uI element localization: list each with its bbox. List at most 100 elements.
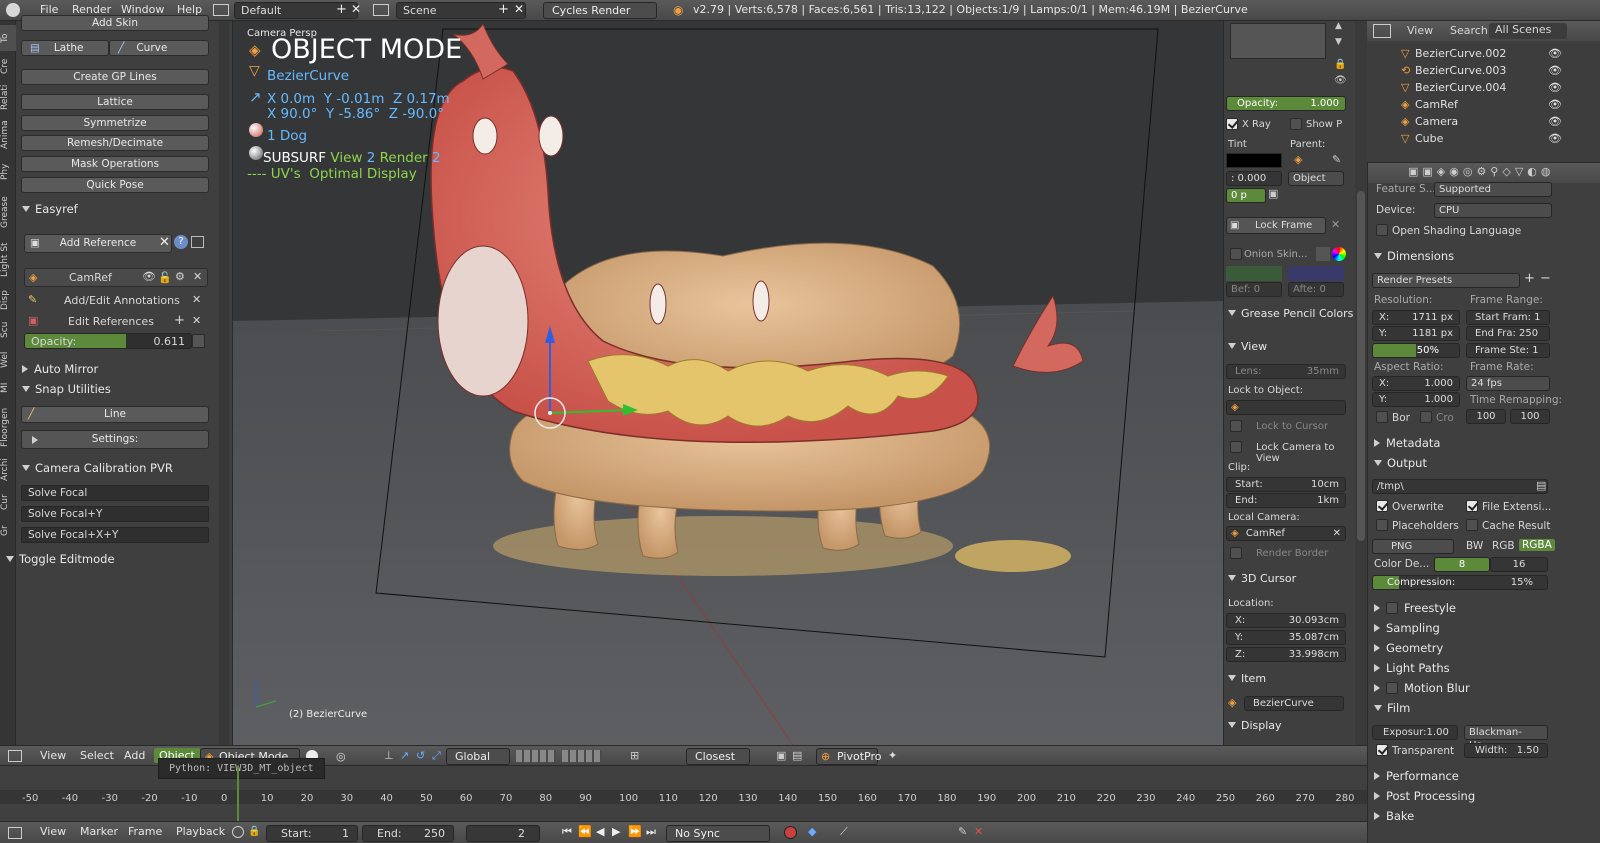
transform-orientation-select[interactable]: Global bbox=[446, 748, 510, 765]
cursor-z-field[interactable]: Z: 33.998cm bbox=[1226, 647, 1346, 662]
outliner-row[interactable]: ▽ BezierCurve.004 👁 bbox=[1367, 80, 1589, 96]
motion-blur-header[interactable]: Motion Blur bbox=[1374, 681, 1470, 695]
show-points-checkbox[interactable] bbox=[1290, 118, 1302, 130]
easyref-panel-header[interactable]: Easyref bbox=[22, 202, 78, 216]
start-frame-field[interactable]: Start: 1 bbox=[266, 825, 358, 842]
outliner-row[interactable]: ▽ Cube 👁 bbox=[1367, 131, 1589, 147]
timeline-view-menu[interactable]: View bbox=[40, 825, 66, 838]
cursor-y-field[interactable]: Y: 35.087cm bbox=[1226, 630, 1346, 645]
add-skin-button[interactable]: Add Skin bbox=[21, 15, 209, 31]
tab-light-studio[interactable]: Light St bbox=[0, 237, 16, 283]
mask-operations-button[interactable]: Mask Operations bbox=[21, 156, 209, 172]
playback-menu[interactable]: Playback bbox=[176, 825, 225, 838]
tab-animation[interactable]: Anima bbox=[0, 117, 16, 153]
line-button[interactable]: ╱ Line bbox=[21, 406, 209, 423]
tab-relations[interactable]: Relati bbox=[0, 81, 16, 113]
tab-mi[interactable]: MI bbox=[0, 377, 16, 399]
display-header[interactable]: Display bbox=[1228, 719, 1282, 731]
tab-archi[interactable]: Archi bbox=[0, 455, 16, 485]
remap-new-field[interactable]: 100 bbox=[1510, 409, 1550, 424]
snap-icon[interactable]: ⊞ bbox=[630, 749, 639, 762]
outliner-row[interactable]: ◈ CamRef 👁 bbox=[1367, 97, 1589, 113]
outliner-search-menu[interactable]: Search bbox=[1450, 24, 1488, 37]
view-menu[interactable]: View bbox=[40, 749, 66, 762]
add-icon[interactable]: + bbox=[174, 313, 185, 328]
remove-screen-icon[interactable]: ✕ bbox=[351, 2, 361, 16]
cursor-x-field[interactable]: X: 30.093cm bbox=[1226, 613, 1346, 628]
depth-8-option[interactable]: 8 bbox=[1434, 557, 1490, 572]
image-settings-icon[interactable] bbox=[191, 236, 204, 248]
bw-option[interactable]: BW bbox=[1466, 540, 1483, 552]
remove-icon[interactable]: ✕ bbox=[193, 270, 202, 283]
tab-grease[interactable]: Grease bbox=[0, 191, 16, 233]
lock-range-icon[interactable]: 🔒 bbox=[248, 826, 260, 837]
clip-end-field[interactable]: End: 1km bbox=[1226, 493, 1346, 508]
lathe-button[interactable]: ▤ Lathe bbox=[21, 40, 109, 56]
camera-calibration-header[interactable]: Camera Calibration PVR bbox=[22, 461, 173, 475]
opengl-icon[interactable]: ▤ bbox=[792, 749, 802, 762]
remesh-decimate-button[interactable]: Remesh/Decimate bbox=[21, 135, 209, 151]
light-paths-header[interactable]: Light Paths bbox=[1374, 661, 1450, 675]
keying-set-icon[interactable]: ◆ bbox=[808, 825, 816, 838]
target-icon[interactable]: ✦ bbox=[888, 749, 897, 762]
lens-field[interactable]: Lens: 35mm bbox=[1226, 364, 1346, 379]
solve-focal-xy-button[interactable]: Solve Focal+X+Y bbox=[21, 527, 209, 543]
eye-icon[interactable]: 👁 bbox=[142, 270, 156, 283]
screen-layout-icon[interactable] bbox=[213, 4, 229, 16]
pivot-pro-button[interactable]: ⊕ PivotPro bbox=[816, 748, 881, 765]
lock-to-object-field[interactable]: ◈ bbox=[1226, 400, 1346, 415]
transparent-checkbox[interactable] bbox=[1376, 744, 1388, 756]
depth-16-option[interactable]: 16 bbox=[1490, 557, 1548, 572]
overwrite-checkbox[interactable] bbox=[1376, 500, 1388, 512]
end-frame-field[interactable]: End: 250 bbox=[362, 825, 454, 842]
before-color-swatch[interactable] bbox=[1226, 266, 1282, 281]
post-processing-header[interactable]: Post Processing bbox=[1374, 789, 1475, 803]
lattice-button[interactable]: Lattice bbox=[21, 94, 209, 110]
color-wheel-icon[interactable] bbox=[1332, 247, 1346, 261]
rgb-option[interactable]: RGB bbox=[1492, 540, 1515, 552]
device-select[interactable]: CPU bbox=[1434, 203, 1552, 218]
rotate-icon[interactable]: ↺ bbox=[416, 749, 425, 762]
performance-header[interactable]: Performance bbox=[1374, 769, 1459, 783]
snap-utilities-header[interactable]: Snap Utilities bbox=[22, 382, 111, 396]
chevron-down-icon[interactable]: ▼ bbox=[1335, 37, 1342, 47]
compression-slider[interactable]: Compression: 15% bbox=[1372, 575, 1548, 590]
bake-header[interactable]: Bake bbox=[1374, 809, 1414, 823]
tab-tools[interactable]: To bbox=[0, 25, 16, 51]
outliner-view-menu[interactable]: View bbox=[1407, 24, 1433, 37]
placeholders-checkbox[interactable] bbox=[1376, 519, 1388, 531]
curve-editor-icon[interactable]: ⟋ bbox=[840, 825, 848, 839]
play-icon[interactable]: ▶ bbox=[612, 825, 620, 838]
select-menu[interactable]: Select bbox=[80, 749, 114, 762]
lock-frame-button[interactable]: ▣ Lock Frame bbox=[1226, 217, 1326, 234]
editor-type-icon[interactable] bbox=[8, 750, 22, 762]
next-keyframe-icon[interactable]: ⏩ bbox=[628, 825, 642, 838]
cache-result-checkbox[interactable] bbox=[1466, 519, 1478, 531]
tab-create[interactable]: Cre bbox=[0, 53, 16, 79]
film-header[interactable]: Film bbox=[1374, 701, 1410, 715]
close-icon[interactable]: ✕ bbox=[159, 235, 170, 250]
filter-width-field[interactable]: Width: 1.50 bbox=[1464, 743, 1548, 758]
gp-opacity-slider[interactable]: Opacity: 1.000 bbox=[1226, 96, 1346, 111]
add-scene-icon[interactable]: + bbox=[498, 2, 509, 17]
quick-pose-button[interactable]: Quick Pose bbox=[21, 177, 209, 193]
output-header[interactable]: Output bbox=[1374, 456, 1427, 470]
keyframe-insert-icon[interactable]: ✎ bbox=[958, 825, 967, 838]
panel-scrollbar[interactable] bbox=[1355, 21, 1367, 745]
scene-icon[interactable] bbox=[373, 4, 389, 16]
item-header[interactable]: Item bbox=[1228, 672, 1266, 685]
3d-cursor-header[interactable]: 3D Cursor bbox=[1228, 572, 1296, 585]
dimensions-header[interactable]: Dimensions bbox=[1374, 249, 1454, 263]
eye-icon[interactable]: 👁 bbox=[1548, 63, 1562, 79]
lock-icon[interactable]: 🔓 bbox=[158, 271, 172, 284]
record-icon[interactable] bbox=[784, 826, 797, 839]
res-y-field[interactable]: Y: 1181 px bbox=[1372, 326, 1460, 341]
output-path-field[interactable]: /tmp\ bbox=[1372, 479, 1548, 494]
tint-color-swatch[interactable] bbox=[1226, 153, 1282, 168]
local-camera-field[interactable]: ◈ CamRef ✕ bbox=[1226, 526, 1346, 541]
render-engine-select[interactable]: Cycles Render bbox=[543, 2, 657, 19]
tab-floorgen[interactable]: Floorgen bbox=[0, 403, 16, 451]
close-icon[interactable]: ✕ bbox=[1331, 218, 1340, 231]
eye-icon[interactable]: 👁 bbox=[1548, 97, 1562, 113]
onion-skin-checkbox[interactable] bbox=[1230, 248, 1242, 260]
